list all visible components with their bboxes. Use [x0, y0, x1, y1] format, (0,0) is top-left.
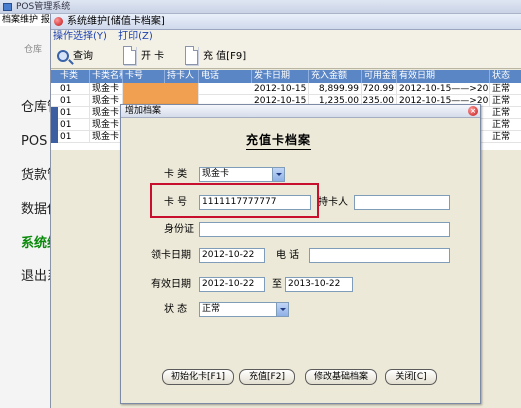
search-icon [57, 50, 69, 62]
issue-date-label: 领卡日期 [151, 250, 191, 261]
cell: 现金卡 [90, 107, 123, 119]
close-button[interactable]: 关闭[C] [385, 369, 437, 385]
nav-warehouse[interactable]: 仓库管 [21, 96, 50, 115]
card-type-label: 卡 类 [164, 169, 188, 180]
document-icon [123, 46, 136, 65]
id-card-label: 身份证 [164, 224, 194, 235]
card-type-value: 现金卡 [202, 169, 230, 179]
cell: 正常 [490, 95, 521, 107]
row-selector [51, 107, 58, 119]
col-card-type-name[interactable]: 卡类名称 [90, 70, 123, 83]
cell: 现金卡 [90, 131, 123, 143]
valid-from-value: 2012-10-22 [202, 279, 255, 289]
add-record-dialog: 增加档案 × 充值卡档案 卡 类 现金卡 卡 号 1111117777777 持… [120, 104, 481, 404]
app-title: POS管理系统 [16, 2, 71, 12]
open-card-label: 开 卡 [141, 51, 165, 62]
cell: 现金卡 [90, 119, 123, 131]
init-card-button[interactable]: 初始化卡[F1] [162, 369, 234, 385]
edit-base-record-button[interactable]: 修改基础档案 [305, 369, 377, 385]
table-row[interactable]: 01 现金卡 2012-10-15 8,899.99 720.99 2012-1… [51, 83, 521, 95]
id-card-input[interactable] [199, 222, 450, 237]
valid-date-label: 有效日期 [151, 279, 191, 290]
cell: 01 [58, 83, 90, 95]
cell: 现金卡 [90, 83, 123, 95]
recharge-label: 充 值[F9] [203, 51, 247, 62]
close-icon[interactable]: × [468, 106, 478, 116]
cell [123, 83, 199, 95]
cell: 2012-10-15 [252, 83, 309, 95]
col-valid-date[interactable]: 有效日期 [397, 70, 490, 83]
row-selector [51, 119, 58, 131]
window-title-bar: 系统维护[储值卡档案] [51, 14, 521, 30]
cell: 01 [58, 119, 90, 131]
col-phone[interactable]: 电话 [199, 70, 252, 83]
col-available[interactable]: 可用金额 [362, 70, 397, 83]
recharge-dialog-button[interactable]: 充值[F2] [239, 369, 295, 385]
nav-data[interactable]: 数据传 [21, 198, 50, 217]
app-sidebar: 仓库 [0, 26, 50, 408]
cell: 01 [58, 131, 90, 143]
app-title-bar: POS管理系统 [0, 0, 521, 14]
window-menu: 操作选择(Y) 打印(Z) [51, 30, 521, 44]
app-icon [3, 3, 12, 11]
dialog-title: 增加档案 [125, 106, 162, 116]
dialog-title-bar: 增加档案 × [121, 105, 480, 118]
card-no-highlight [150, 183, 319, 218]
to-label: 至 [272, 279, 282, 290]
status-value: 正常 [202, 304, 221, 314]
cell: 正常 [490, 131, 521, 143]
cell: 01 [58, 95, 90, 107]
col-issue-date[interactable]: 发卡日期 [252, 70, 309, 83]
holder-input[interactable] [354, 195, 450, 210]
phone-input[interactable] [309, 248, 450, 263]
chevron-down-icon[interactable] [276, 303, 288, 316]
menu-operation[interactable]: 操作选择(Y) [53, 31, 107, 42]
valid-to-input[interactable]: 2013-10-22 [285, 277, 353, 292]
cell: 2012-10-15——>2013-1 [399, 83, 490, 95]
nav-payment[interactable]: 货款管 [21, 164, 50, 183]
col-holder[interactable]: 持卡人 [165, 70, 199, 83]
nav-pos[interactable]: POS 销 [21, 130, 50, 149]
col-deposit[interactable]: 充入金额 [309, 70, 362, 83]
valid-from-input[interactable]: 2012-10-22 [199, 277, 265, 292]
menu-print[interactable]: 打印(Z) [118, 31, 153, 42]
cell: 正常 [490, 119, 521, 131]
cell: 正常 [490, 83, 521, 95]
open-card-button[interactable]: 开 卡 [121, 46, 165, 67]
chevron-down-icon[interactable] [272, 168, 284, 181]
table-header: 卡类 卡类名称 卡号 持卡人 电话 发卡日期 充入金额 可用金额 有效日期 状态 [51, 70, 521, 83]
search-button[interactable]: 查询 [55, 47, 93, 67]
document-icon [185, 46, 198, 65]
valid-to-value: 2013-10-22 [288, 279, 341, 289]
cell: 720.99 [362, 83, 397, 95]
phone-label: 电 话 [276, 250, 300, 261]
cell: 8,899.99 [309, 83, 362, 95]
cell: 正常 [490, 107, 521, 119]
status-select[interactable]: 正常 [199, 302, 289, 317]
cell: 01 [58, 107, 90, 119]
nav-system[interactable]: 系统维 [21, 232, 50, 251]
dialog-heading: 充值卡档案 [246, 131, 312, 150]
col-card-type[interactable]: 卡类 [58, 70, 90, 83]
nav-exit[interactable]: 退出系 [21, 265, 50, 284]
window-icon [54, 17, 63, 26]
col-card-no[interactable]: 卡号 [123, 70, 165, 83]
sidebar-sub-label: 仓库 [24, 45, 43, 55]
recharge-button[interactable]: 充 值[F9] [183, 46, 247, 67]
cell: 现金卡 [90, 95, 123, 107]
toolbar: 查询 开 卡 充 值[F9] [51, 44, 521, 69]
issue-date-input[interactable]: 2012-10-22 [199, 248, 265, 263]
search-label: 查询 [73, 51, 93, 62]
issue-date-value: 2012-10-22 [202, 250, 255, 260]
card-type-select[interactable]: 现金卡 [199, 167, 285, 182]
holder-label: 持卡人 [318, 197, 348, 208]
row-selector [51, 131, 58, 143]
window-title: 系统维护[储值卡档案] [67, 16, 165, 27]
col-status[interactable]: 状态 [490, 70, 521, 83]
status-label: 状 态 [164, 304, 188, 315]
